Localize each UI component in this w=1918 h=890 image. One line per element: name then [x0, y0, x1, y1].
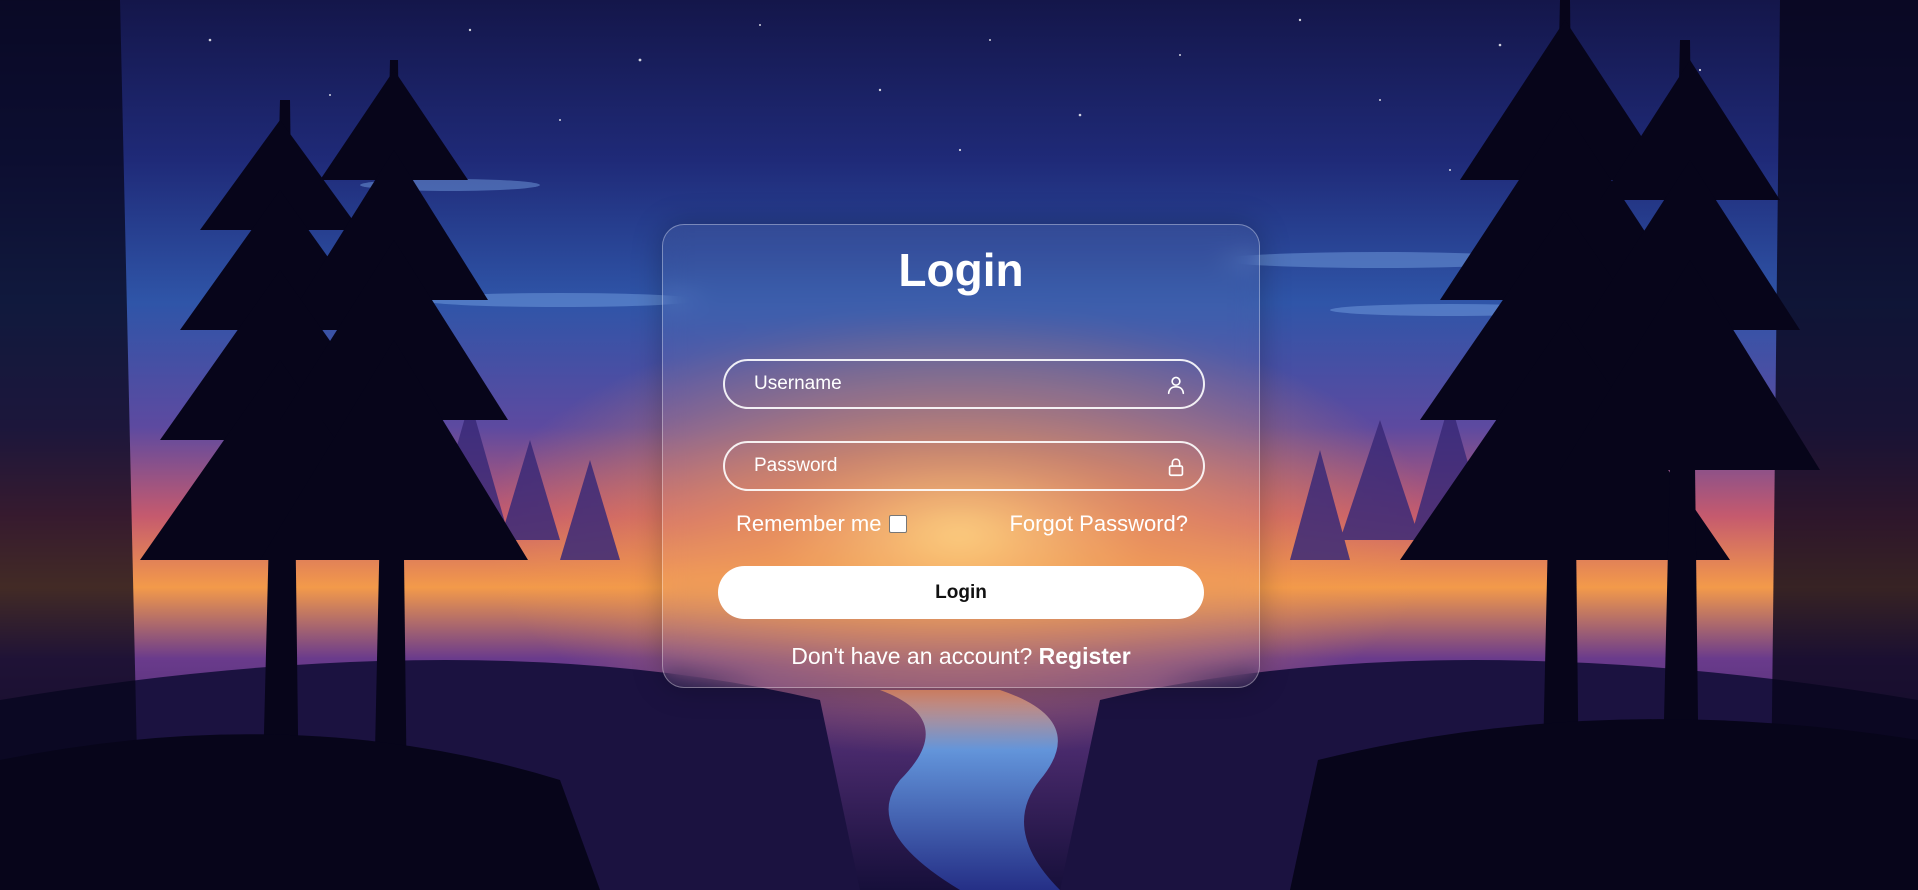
login-button[interactable]: Login	[718, 566, 1204, 619]
register-prompt: Don't have an account?	[791, 643, 1033, 669]
remember-me-label: Remember me	[736, 511, 882, 536]
remember-me-checkbox[interactable]	[889, 515, 908, 533]
login-title: Login	[898, 244, 1024, 296]
register-line: Don't have an account? Register	[663, 643, 1259, 670]
login-options: Remember me Forgot Password?	[736, 507, 1188, 539]
remember-me[interactable]: Remember me	[736, 511, 908, 537]
user-icon	[1167, 376, 1185, 395]
register-link[interactable]: Register	[1039, 643, 1131, 669]
forgot-password-link[interactable]: Forgot Password?	[1009, 511, 1188, 537]
username-field[interactable]	[723, 359, 1205, 409]
login-card: Login Remember me Forgot Password? Login	[662, 224, 1260, 688]
password-input[interactable]	[725, 443, 1203, 489]
login-page: Login Remember me Forgot Password? Login	[0, 0, 1918, 890]
password-field[interactable]	[723, 441, 1205, 491]
username-input[interactable]	[725, 361, 1203, 407]
lock-icon	[1168, 458, 1184, 477]
